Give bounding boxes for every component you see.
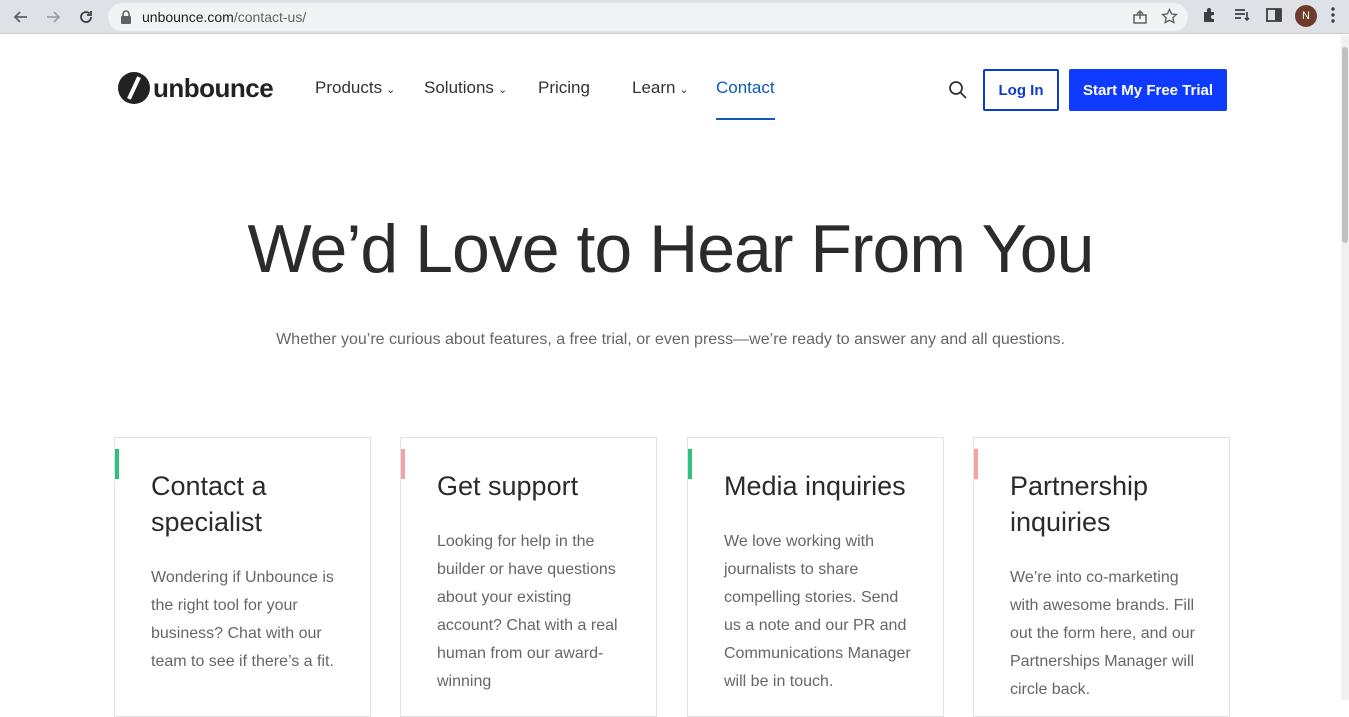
nav-pricing[interactable]: Pricing: [538, 78, 590, 98]
profile-avatar[interactable]: N: [1295, 5, 1317, 27]
url-text: unbounce.com/contact-us/: [142, 9, 307, 25]
nav-solutions[interactable]: Solutions ⌄: [424, 78, 507, 98]
page-subtitle: Whether you’re curious about features, a…: [276, 331, 1065, 348]
card-body: Looking for help in the builder or have …: [437, 533, 618, 690]
extensions-icon[interactable]: [1201, 6, 1219, 29]
card-title: Get support: [437, 471, 579, 501]
browser-toolbar: unbounce.com/contact-us/ N: [0, 0, 1349, 34]
chevron-down-icon: ⌄: [679, 84, 689, 96]
search-icon[interactable]: [948, 80, 968, 105]
card-title: Partnership inquiries: [1010, 471, 1149, 537]
share-icon[interactable]: [1132, 9, 1148, 30]
card-body: We’re into co-marketing with awesome bra…: [1010, 569, 1195, 698]
lock-icon[interactable]: [120, 10, 132, 29]
nav-learn[interactable]: Learn ⌄: [632, 78, 689, 98]
reading-list-icon[interactable]: [1233, 6, 1251, 29]
address-bar[interactable]: unbounce.com/contact-us/: [108, 3, 1188, 31]
card-accent-bar: [974, 449, 978, 479]
nav-products[interactable]: Products ⌄: [315, 78, 395, 98]
chevron-down-icon: ⌄: [386, 84, 396, 96]
card-accent-bar: [688, 449, 692, 479]
forward-icon[interactable]: [41, 5, 65, 29]
page-title: We’d Love to Hear From You: [247, 211, 1095, 287]
active-nav-underline: [716, 118, 775, 120]
back-icon[interactable]: [9, 5, 33, 29]
bookmark-star-icon[interactable]: [1161, 7, 1178, 30]
card-accent-bar: [115, 449, 119, 479]
chevron-down-icon: ⌄: [497, 84, 508, 96]
card-partnership-inquiries[interactable]: Partnership inquiries We’re into co-mark…: [973, 437, 1230, 717]
card-get-support[interactable]: Get support Looking for help in the buil…: [400, 437, 657, 717]
scrollbar-thumb[interactable]: [1342, 47, 1348, 243]
unbounce-logo[interactable]: unbounce: [118, 72, 274, 104]
start-free-trial-button[interactable]: Start My Free Trial: [1069, 69, 1227, 111]
card-contact-specialist[interactable]: Contact a specialist Wondering if Unboun…: [114, 437, 371, 717]
side-panel-icon[interactable]: [1265, 6, 1283, 29]
logo-text: unbounce: [153, 72, 274, 103]
card-title: Contact a specialist: [151, 471, 267, 537]
reload-icon[interactable]: [74, 5, 98, 29]
card-body: Wondering if Unbounce is the right tool …: [151, 569, 334, 670]
menu-kebab-icon[interactable]: [1330, 6, 1336, 29]
page-scrollbar[interactable]: [1341, 35, 1349, 700]
card-body: We love working with journalists to shar…: [724, 533, 911, 690]
card-title: Media inquiries: [724, 471, 906, 501]
logo-mark-icon: [118, 72, 150, 104]
nav-contact[interactable]: Contact: [716, 78, 775, 98]
login-button[interactable]: Log In: [983, 69, 1059, 111]
card-media-inquiries[interactable]: Media inquiries We love working with jou…: [687, 437, 944, 717]
card-accent-bar: [401, 449, 405, 479]
